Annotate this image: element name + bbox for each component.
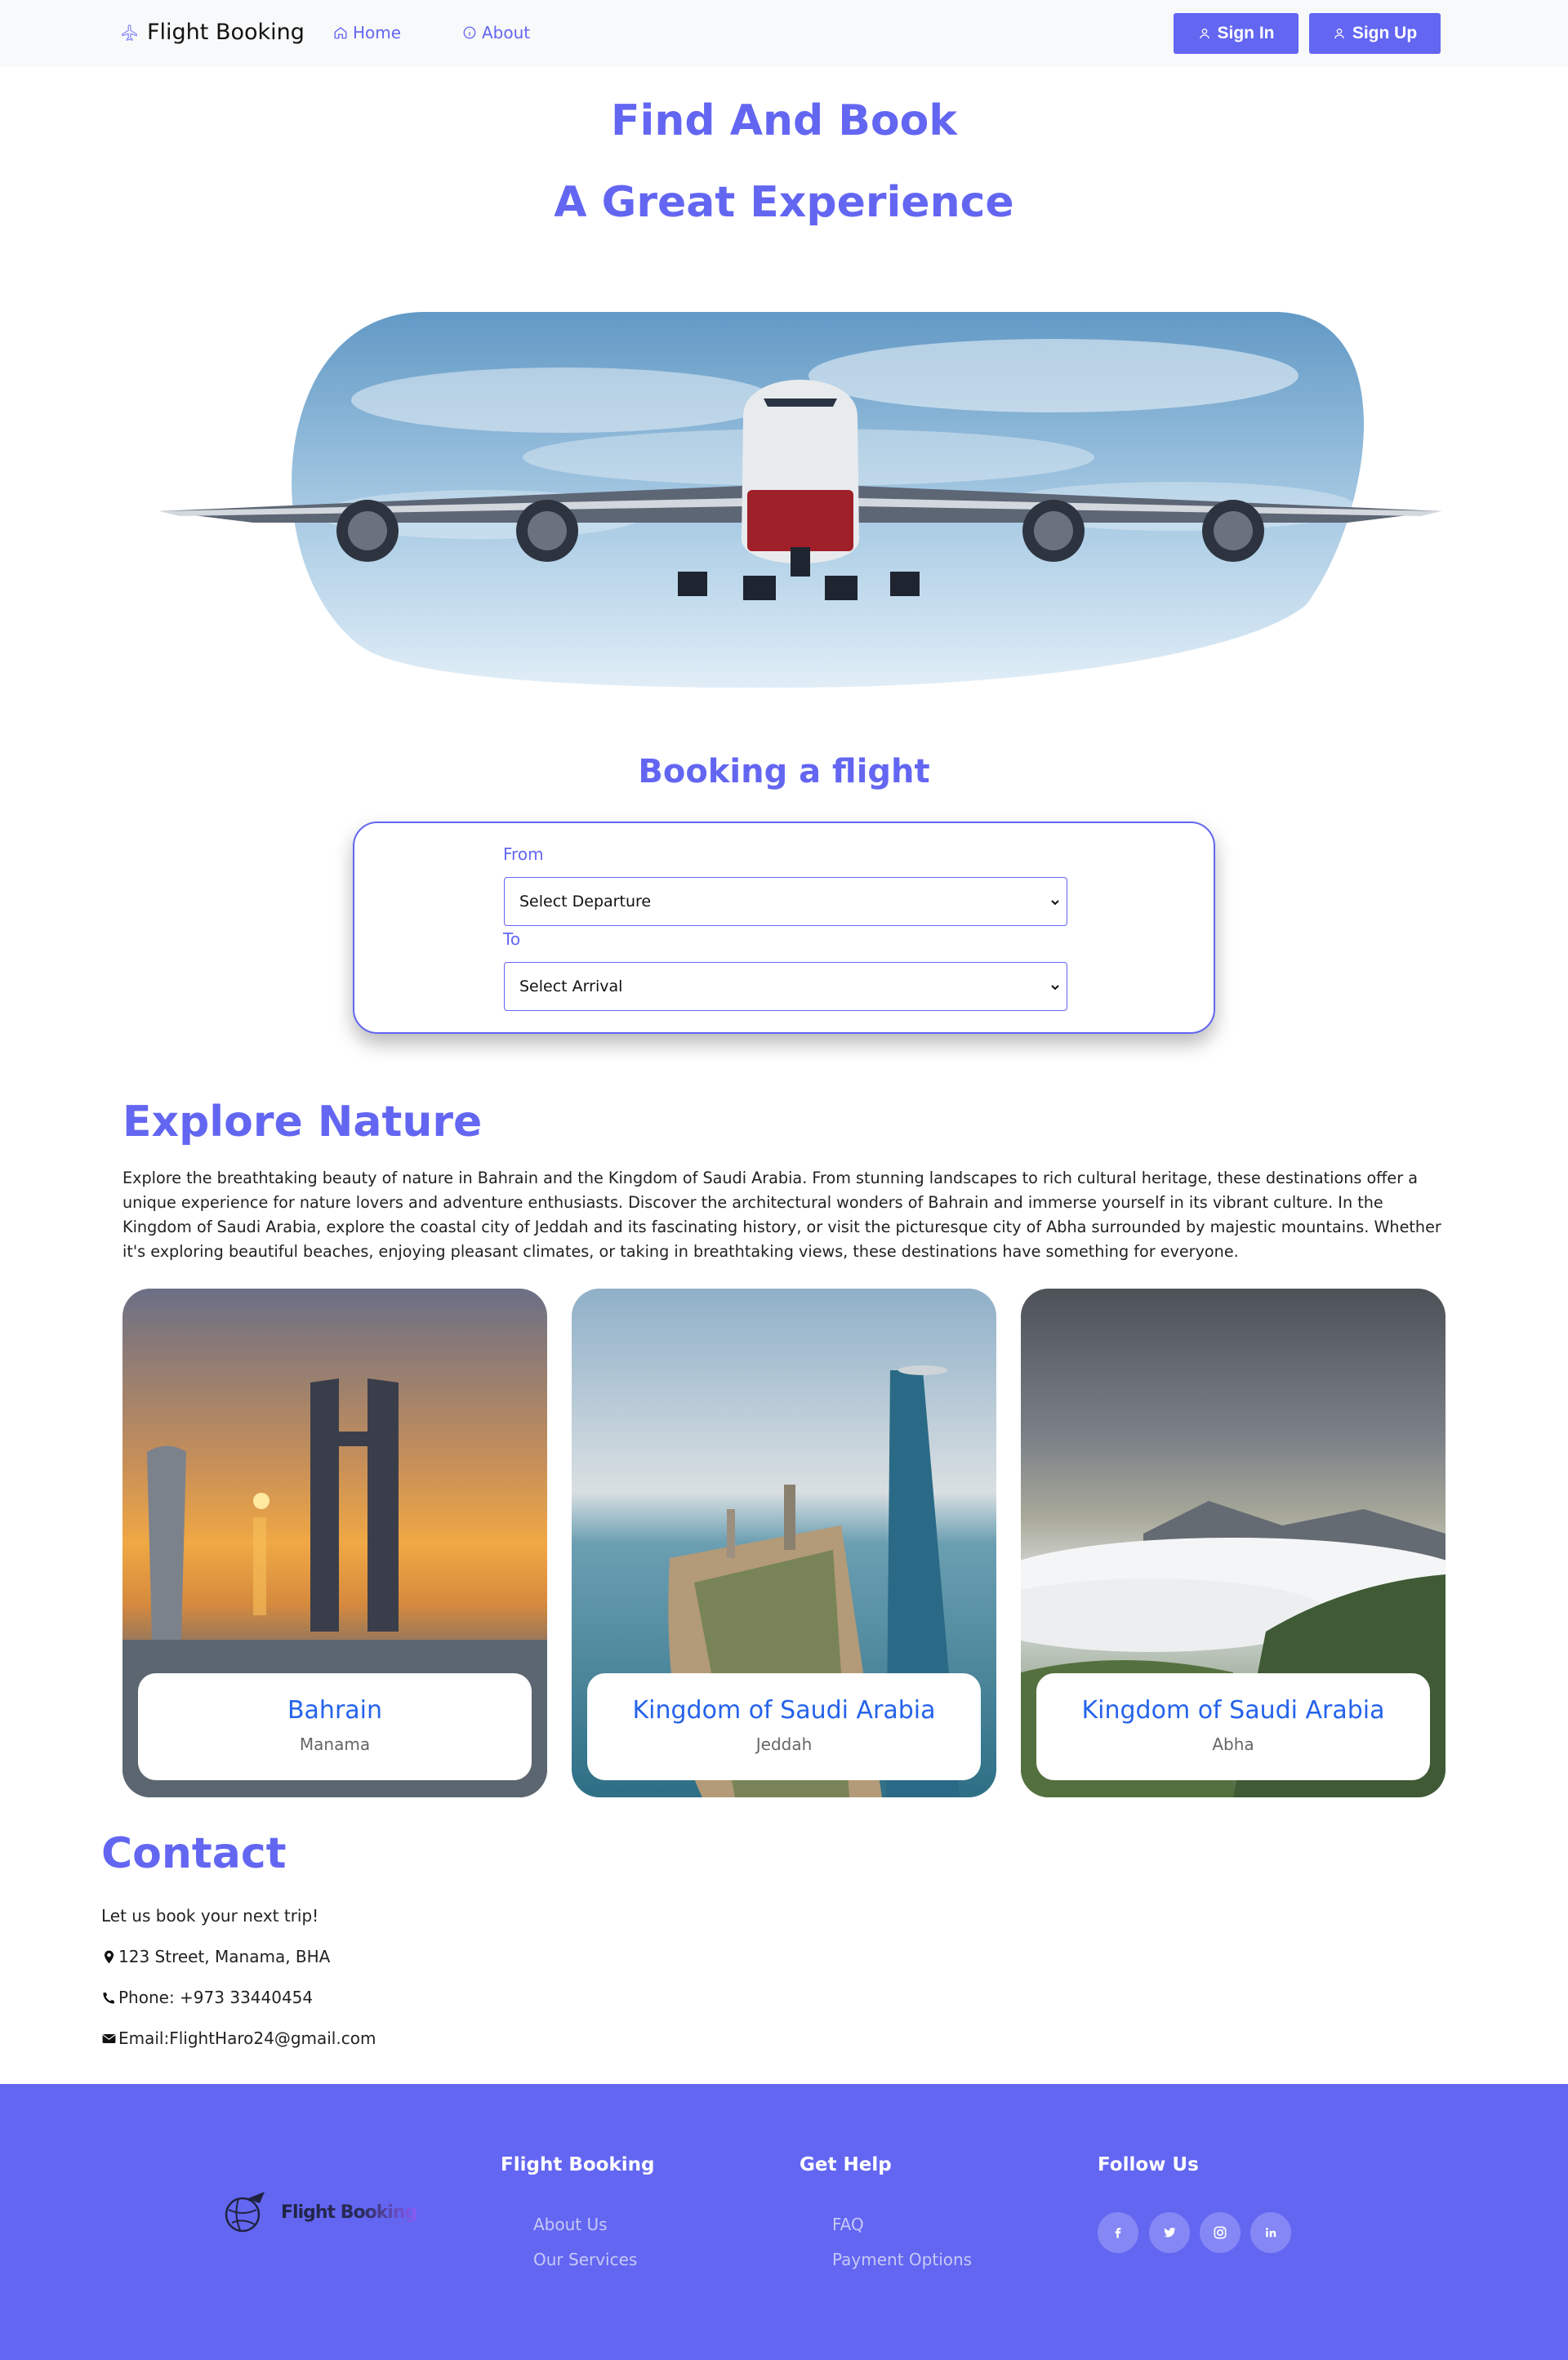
nav-home-label: Home	[353, 23, 402, 42]
info-icon	[463, 26, 476, 39]
home-icon	[334, 27, 347, 39]
sign-up-button[interactable]: Sign Up	[1309, 13, 1441, 54]
envelope-icon	[102, 2033, 116, 2043]
instagram-icon	[1214, 2226, 1227, 2239]
hero-title-line1: Find And Book	[611, 96, 957, 145]
destination-info: Bahrain Manama	[138, 1673, 532, 1780]
contact-phone-text: Phone: +973 33440454	[118, 1988, 314, 2007]
destination-city: Jeddah	[755, 1734, 813, 1754]
sign-up-label: Sign Up	[1352, 24, 1418, 42]
destination-card-bahrain[interactable]: Bahrain Manama	[122, 1289, 547, 1797]
destination-card-abha[interactable]: Kingdom of Saudi Arabia Abha	[1021, 1289, 1446, 1797]
contact-tagline: Let us book your next trip!	[101, 1906, 319, 1926]
destination-name: Bahrain	[287, 1696, 383, 1725]
globe-plane-icon	[225, 2192, 265, 2233]
contact-address: 123 Street, Manama, BHA	[101, 1947, 330, 1966]
arrival-select[interactable]: Select Arrival	[504, 962, 1067, 1011]
twitter-link[interactable]	[1149, 2212, 1190, 2253]
footer-logo-text: Flight Booking	[281, 2202, 417, 2223]
linkedin-link[interactable]	[1250, 2212, 1291, 2253]
explore-title: Explore Nature	[122, 1098, 483, 1147]
sign-in-button[interactable]: Sign In	[1174, 13, 1298, 54]
facebook-link[interactable]	[1098, 2212, 1138, 2253]
hero-title-line2: A Great Experience	[554, 178, 1014, 227]
to-label: To	[503, 929, 521, 949]
explore-description: Explore the breathtaking beauty of natur…	[122, 1169, 1441, 1261]
footer-heading-follow-us: Follow Us	[1098, 2154, 1199, 2175]
footer-heading-flight-booking: Flight Booking	[501, 2154, 655, 2175]
departure-select[interactable]: Select Departure	[504, 877, 1067, 926]
arrival-select-value: Select Arrival	[519, 977, 623, 995]
destination-city: Manama	[299, 1734, 371, 1754]
nav-home-link[interactable]: Home	[333, 23, 401, 42]
contact-phone: Phone: +973 33440454	[101, 1988, 313, 2007]
twitter-icon	[1164, 2227, 1176, 2238]
contact-email-text: Email:FlightHaro24@gmail.com	[118, 2028, 376, 2048]
user-icon	[1199, 29, 1209, 39]
footer-logo[interactable]: Flight Booking	[220, 2189, 417, 2236]
footer-link-about-us[interactable]: About Us	[533, 2215, 608, 2234]
brand-link[interactable]: Flight Booking	[121, 20, 305, 45]
footer-link-faq[interactable]: FAQ	[832, 2215, 864, 2234]
contact-title: Contact	[101, 1829, 287, 1878]
destination-city: Abha	[1212, 1734, 1254, 1754]
chevron-down-icon	[1051, 985, 1059, 991]
from-label: From	[503, 844, 544, 864]
destination-name: Kingdom of Saudi Arabia	[1081, 1696, 1385, 1725]
brand-label: Flight Booking	[147, 20, 305, 45]
phone-icon	[103, 1992, 114, 2004]
nav-about-link[interactable]: About	[462, 23, 530, 42]
navbar: Flight Booking Home About Sign In Sign U…	[0, 0, 1568, 67]
user-icon	[1334, 29, 1344, 39]
linkedin-icon	[1266, 2228, 1276, 2238]
map-pin-icon	[104, 1950, 114, 1963]
booking-title: Booking a flight	[638, 753, 930, 790]
footer-link-payment-options[interactable]: Payment Options	[832, 2250, 972, 2269]
plane-icon	[122, 24, 137, 41]
destination-info: Kingdom of Saudi Arabia Jeddah	[587, 1673, 981, 1780]
contact-email: Email:FlightHaro24@gmail.com	[101, 2028, 376, 2048]
chevron-down-icon	[1051, 900, 1059, 906]
departure-select-value: Select Departure	[519, 893, 652, 911]
footer-link-our-services[interactable]: Our Services	[533, 2250, 637, 2269]
destination-info: Kingdom of Saudi Arabia Abha	[1036, 1673, 1430, 1780]
footer-heading-get-help: Get Help	[800, 2154, 892, 2175]
contact-address-text: 123 Street, Manama, BHA	[118, 1947, 331, 1966]
facebook-icon	[1115, 2228, 1121, 2238]
nav-about-label: About	[482, 23, 531, 42]
destination-card-jeddah[interactable]: Kingdom of Saudi Arabia Jeddah	[572, 1289, 996, 1797]
sign-in-label: Sign In	[1217, 24, 1275, 42]
hero-airplane-image	[159, 312, 1441, 688]
instagram-link[interactable]	[1200, 2212, 1241, 2253]
destination-name: Kingdom of Saudi Arabia	[632, 1696, 936, 1725]
